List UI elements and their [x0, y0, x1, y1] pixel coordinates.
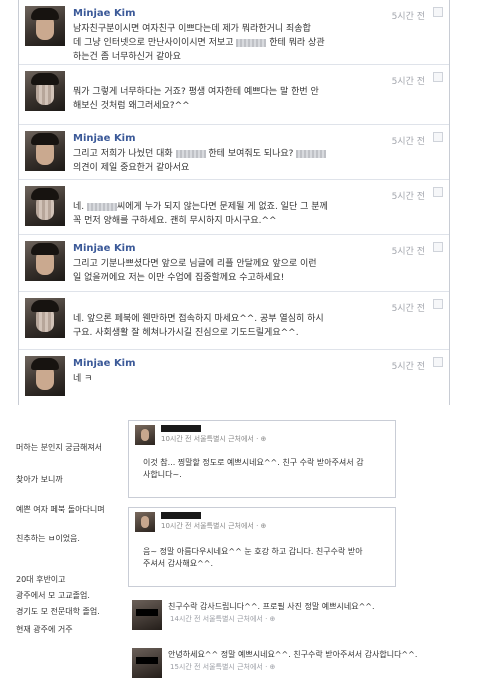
sender-name[interactable]: Minjae Kim	[73, 243, 136, 254]
message-text: 한테 뭐라 상관	[266, 38, 325, 48]
reply-text: 안녕하세요^^ 정말 예쁘시네요^^. 친구수락 받아주셔서 감사합니다^^.	[168, 649, 417, 660]
redacted-name	[161, 512, 201, 519]
message-body: 뭐가 그렇게 너무하다는 거죠? 평생 여자한테 예쁘다는 말 한번 안 해보신…	[73, 85, 411, 113]
message-item: Minjae Kim 5시간 전 네 ㅋ	[19, 350, 449, 405]
message-item: 5시간 전 뭐가 그렇게 너무하다는 거죠? 평생 여자한테 예쁘다는 말 한번…	[19, 65, 449, 125]
message-text: 해보신 것처럼 왜그러세요?^^	[73, 101, 190, 111]
message-text: 네. 앞으론 페북에 웬만하면 접속하지 마세요^^. 공부 열심히 하시	[73, 314, 324, 324]
comment-meta: 10시간 전 서울특별시 근처에서 · ⊕	[161, 435, 267, 443]
comment-card: 10시간 전 서울특별시 근처에서 · ⊕ 음~ 정말 아름다우시네요^^ 눈 …	[128, 507, 396, 587]
redacted-name	[296, 149, 327, 158]
sender-avatar[interactable]	[25, 356, 65, 396]
caption-line: 광주에서 모 고교졸업.	[16, 591, 90, 600]
comment-line: 이것 참... 찡말할 정도로 예쁘시네요^^. 친구 수락 받아주셔서 감	[143, 458, 364, 467]
message-text: 씨에게 누가 되지 않는다면 문제될 게 없죠. 일단 그 분께	[117, 202, 328, 212]
caption-line: 찾아가 보니까	[16, 475, 63, 484]
message-text: 꼭 먼저 양해를 구하세요. 괜히 무시하지 마시구요.^^	[73, 216, 277, 226]
message-text: 한테 보여줘도 되나요?	[205, 149, 297, 159]
message-text: 뭐가 그렇게 너무하다는 거죠? 평생 여자한테 예쁘다는 말 한번 안	[73, 87, 319, 97]
caption-line: 머하는 분인지 궁금해져서	[16, 443, 103, 452]
commenter-avatar[interactable]	[135, 425, 155, 445]
message-text: 하는건 좀 너무하신거 같아요	[73, 52, 181, 62]
message-body: 네 ㅋ	[73, 372, 411, 386]
message-timestamp: 5시간 전	[391, 247, 425, 257]
message-item: 5시간 전 네. 씨에게 누가 되지 않는다면 문제될 게 없죠. 일단 그 분…	[19, 180, 449, 235]
message-text: 의견이 제일 중요한거 같아서요	[73, 163, 190, 173]
select-checkbox[interactable]	[433, 72, 443, 82]
message-body: 네. 씨에게 누가 되지 않는다면 문제될 게 없죠. 일단 그 분께 꼭 먼저…	[73, 200, 411, 228]
reply-body: 안녕하세요^^ 정말 예쁘시네요^^. 친구수락 받아주셔서 감사합니다^^.	[168, 650, 418, 659]
message-thread: Minjae Kim 5시간 전 남자친구분이시면 여자친구 이쁘다는데 제가 …	[18, 0, 450, 405]
reply-item: 친구수락 감사드립니다^^. 프로필 사진 정말 예쁘시네요^^. 14시간 전…	[128, 600, 473, 640]
commenter-avatar[interactable]	[135, 512, 155, 532]
message-item: Minjae Kim 5시간 전 그리고 저희가 나눴던 대화 한테 보여줘도 …	[19, 125, 449, 180]
message-body: 그리고 기분나쁘셨다면 앞으로 님글에 리플 안달께요 앞으로 이런 일 없을꺼…	[73, 257, 411, 285]
message-text: 그리고 기분나쁘셨다면 앞으로 님글에 리플 안달께요 앞으로 이런	[73, 259, 317, 269]
comment-line: 주셔서 감사해요^^.	[143, 559, 214, 568]
replier-avatar[interactable]	[132, 648, 162, 678]
message-timestamp: 5시간 전	[391, 137, 425, 147]
caption-line: 예쁜 여자 페북 돌아다니며	[16, 505, 105, 514]
comment-line: 음~ 정말 아름다우시네요^^ 눈 호강 하고 갑니다. 친구수락 받아	[143, 547, 363, 556]
message-body: 그리고 저희가 나눴던 대화 한테 보여줘도 되나요? 의견이 제일 중요한거 …	[73, 147, 411, 175]
message-text: 데 그냥 인터넷으로 만난사이이시면 저보고	[73, 38, 237, 48]
comment-meta: 10시간 전 서울특별시 근처에서 · ⊕	[161, 522, 267, 530]
redacted-name	[87, 202, 118, 211]
reply-meta: 15시간 전 서울특별시 근처에서 · ⊕	[170, 663, 276, 671]
caption-line: 경기도 모 전문대학 졸업.	[16, 607, 100, 616]
reply-item: 안녕하세요^^ 정말 예쁘시네요^^. 친구수락 받아주셔서 감사합니다^^. …	[128, 648, 473, 688]
select-checkbox[interactable]	[433, 187, 443, 197]
message-item: Minjae Kim 5시간 전 남자친구분이시면 여자친구 이쁘다는데 제가 …	[19, 0, 449, 65]
select-checkbox[interactable]	[433, 132, 443, 142]
comment-line: 사합니다~.	[143, 470, 182, 479]
redacted-name	[161, 425, 201, 432]
comment-header: 10시간 전 서울특별시 근처에서 · ⊕	[135, 512, 389, 532]
caption-line: 현재 광주에 거주	[16, 625, 73, 634]
message-text: 구요. 사회생활 잘 헤쳐나가시길 진심으로 기도드릴게요^^.	[73, 328, 299, 338]
message-timestamp: 5시간 전	[391, 12, 425, 22]
message-text: 네 ㅋ	[73, 374, 93, 384]
message-text: 그리고 저희가 나눴던 대화	[73, 149, 176, 159]
replier-avatar[interactable]	[132, 600, 162, 630]
sender-avatar[interactable]	[25, 71, 65, 111]
comment-header: 10시간 전 서울특별시 근처에서 · ⊕	[135, 425, 389, 445]
message-text: 남자친구분이시면 여자친구 이쁘다는데 제가 뭐라한거니 죄송합	[73, 24, 311, 34]
comment-text: 이것 참... 찡말할 정도로 예쁘시네요^^. 친구 수락 받아주셔서 감 사…	[143, 457, 383, 481]
redacted-name	[236, 38, 267, 47]
sender-name[interactable]: Minjae Kim	[73, 358, 136, 369]
select-checkbox[interactable]	[433, 357, 443, 367]
reply-text: 친구수락 감사드립니다^^. 프로필 사진 정말 예쁘시네요^^.	[168, 601, 375, 612]
comment-card: 10시간 전 서울특별시 근처에서 · ⊕ 이것 참... 찡말할 정도로 예쁘…	[128, 420, 396, 498]
sender-name[interactable]: Minjae Kim	[73, 133, 136, 144]
sender-avatar[interactable]	[25, 241, 65, 281]
select-checkbox[interactable]	[433, 7, 443, 17]
caption-line: 20대 후반이고	[16, 575, 66, 584]
sender-avatar[interactable]	[25, 186, 65, 226]
reply-meta: 14시간 전 서울특별시 근처에서 · ⊕	[170, 615, 276, 623]
select-checkbox[interactable]	[433, 299, 443, 309]
message-item: Minjae Kim 5시간 전 그리고 기분나쁘셨다면 앞으로 님글에 리플 …	[19, 235, 449, 292]
message-timestamp: 5시간 전	[391, 362, 425, 372]
message-item: 5시간 전 네. 앞으론 페북에 웬만하면 접속하지 마세요^^. 공부 열심히…	[19, 292, 449, 350]
sender-avatar[interactable]	[25, 298, 65, 338]
message-text: 네.	[73, 202, 88, 212]
caption-line: 친추하는 ㅂ이었음.	[16, 534, 80, 543]
message-body: 네. 앞으론 페북에 웬만하면 접속하지 마세요^^. 공부 열심히 하시 구요…	[73, 312, 411, 340]
reply-body: 친구수락 감사드립니다^^. 프로필 사진 정말 예쁘시네요^^.	[168, 602, 375, 611]
select-checkbox[interactable]	[433, 242, 443, 252]
sender-avatar[interactable]	[25, 131, 65, 171]
sender-name[interactable]: Minjae Kim	[73, 8, 136, 19]
sender-avatar[interactable]	[25, 6, 65, 46]
redacted-name	[175, 149, 206, 158]
message-body: 남자친구분이시면 여자친구 이쁘다는데 제가 뭐라한거니 죄송합 데 그냥 인터…	[73, 22, 411, 64]
comment-text: 음~ 정말 아름다우시네요^^ 눈 호강 하고 갑니다. 친구수락 받아 주셔서…	[143, 546, 383, 570]
message-text: 일 없을꺼에요 저는 이만 수업에 집중할께요 수고하세요!	[73, 273, 285, 283]
